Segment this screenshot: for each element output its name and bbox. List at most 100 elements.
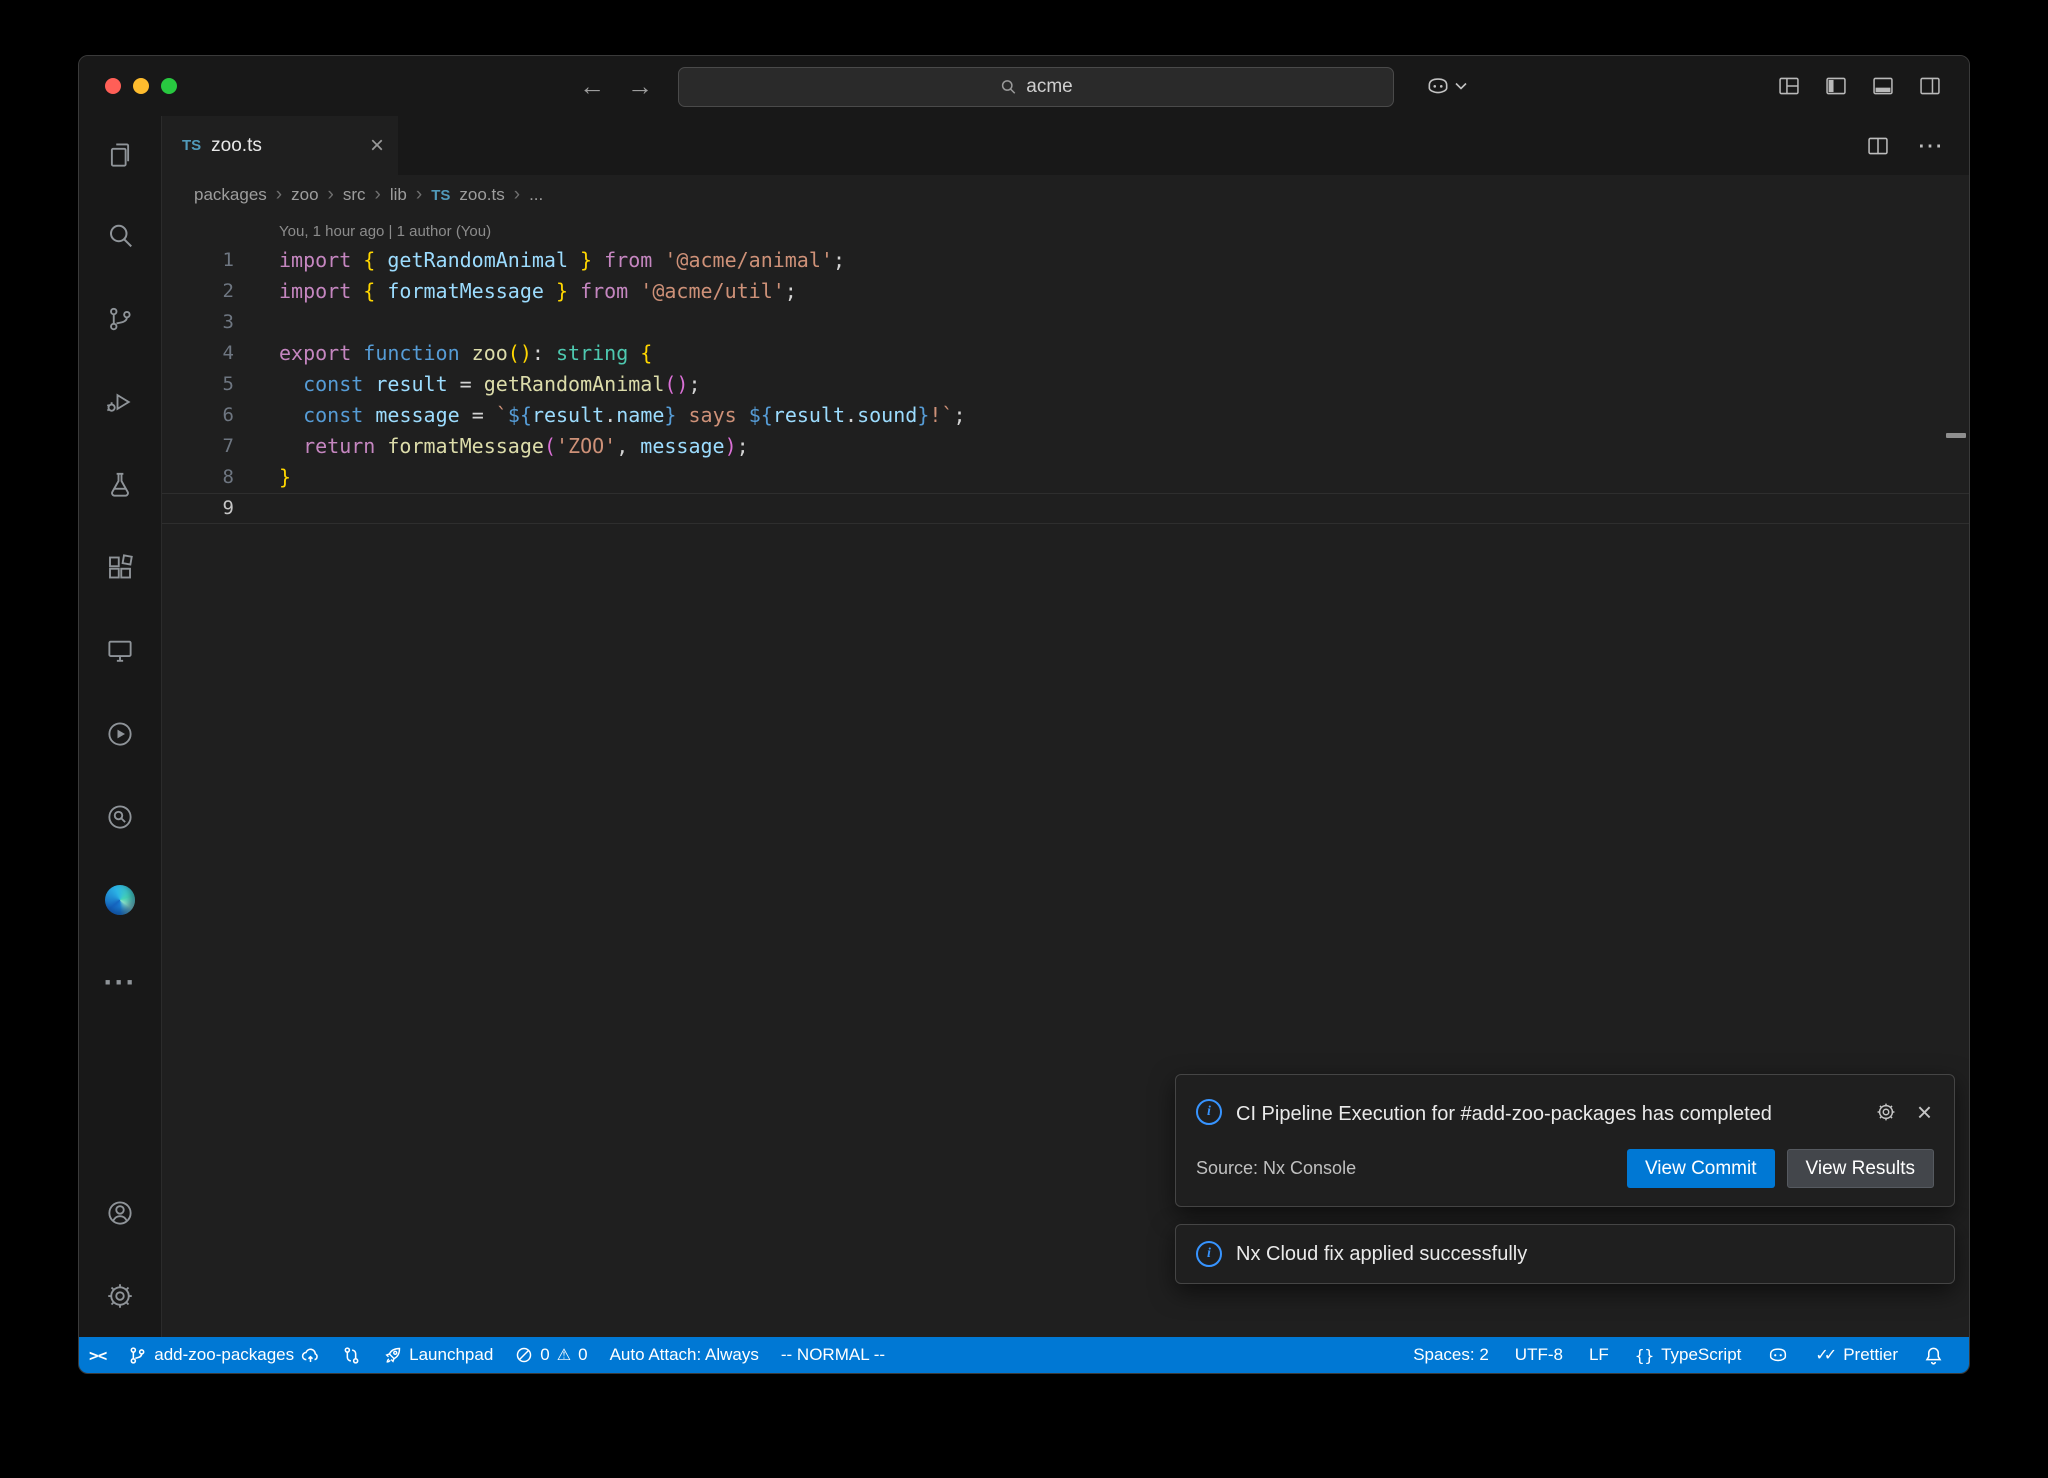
code-token: }	[664, 403, 676, 427]
code-text[interactable]: const message = `${result.name} says ${r…	[279, 400, 966, 431]
code-line[interactable]: 5 const result = getRandomAnimal();	[162, 369, 1969, 400]
activity-bar-more-button[interactable]: ···	[79, 941, 161, 1024]
breadcrumb-item[interactable]: lib	[390, 185, 407, 205]
sidebar-item-source-control[interactable]	[79, 277, 161, 360]
search-icon	[105, 221, 135, 251]
code-text[interactable]: return formatMessage('ZOO', message);	[279, 431, 749, 462]
encoding-status[interactable]: UTF-8	[1515, 1345, 1563, 1365]
breadcrumb-item[interactable]: packages	[194, 185, 267, 205]
notification-close-icon[interactable]: ×	[1917, 1099, 1932, 1125]
formatter-label: Prettier	[1843, 1345, 1898, 1365]
code-text[interactable]: import { formatMessage } from '@acme/uti…	[279, 276, 797, 307]
code-token	[279, 372, 303, 396]
sidebar-item-nx-console[interactable]	[79, 692, 161, 775]
remote-explorer-icon	[105, 636, 135, 666]
code-token	[460, 403, 472, 427]
accounts-button[interactable]	[79, 1171, 161, 1254]
notifications-bell[interactable]	[1924, 1346, 1943, 1365]
code-token: {	[363, 248, 375, 272]
launchpad-status[interactable]: Launchpad	[383, 1345, 493, 1365]
sidebar-item-run-debug[interactable]	[79, 360, 161, 443]
rocket-icon	[383, 1346, 402, 1365]
eol-status[interactable]: LF	[1589, 1345, 1609, 1365]
code-line[interactable]: 2import { formatMessage } from '@acme/ut…	[162, 276, 1969, 307]
code-line[interactable]: 7 return formatMessage('ZOO', message);	[162, 431, 1969, 462]
breadcrumb-item[interactable]: ...	[529, 185, 543, 205]
git-branch-status[interactable]: add-zoo-packages	[128, 1345, 320, 1365]
notification-message: Nx Cloud fix applied successfully	[1236, 1241, 1527, 1267]
sidebar-item-search[interactable]	[79, 194, 161, 277]
breadcrumb-item[interactable]: src	[343, 185, 366, 205]
sidebar-item-nx-cloud[interactable]	[79, 775, 161, 858]
remote-indicator[interactable]: ><	[89, 1346, 106, 1365]
codelens-annotation[interactable]: You, 1 hour ago | 1 author (You)	[279, 219, 1969, 245]
code-token: ;	[737, 434, 749, 458]
code-line[interactable]: 1import { getRandomAnimal } from '@acme/…	[162, 245, 1969, 276]
auto-attach-status[interactable]: Auto Attach: Always	[610, 1345, 759, 1365]
chevron-down-icon	[1455, 82, 1467, 90]
notification-settings-icon[interactable]	[1875, 1101, 1897, 1123]
problems-status[interactable]: 0 ⚠ 0	[515, 1345, 587, 1365]
toggle-secondary-sidebar-icon[interactable]	[1919, 75, 1941, 97]
sidebar-item-edge-browser[interactable]	[79, 858, 161, 941]
formatter-status[interactable]: ✓✓ Prettier	[1815, 1345, 1898, 1365]
tab-zoo-ts[interactable]: TS zoo.ts ×	[162, 116, 398, 175]
git-compare-status[interactable]	[342, 1346, 361, 1365]
code-line[interactable]: 4 export function zoo(): string {	[162, 338, 1969, 369]
minimize-window-button[interactable]	[133, 78, 149, 94]
code-token	[472, 372, 484, 396]
split-editor-icon[interactable]	[1867, 135, 1889, 157]
code-token: import	[279, 248, 351, 272]
code-token	[628, 279, 640, 303]
code-token: getRandomAnimal	[375, 248, 580, 272]
remote-icon: ><	[89, 1346, 106, 1365]
navigate-forward-button[interactable]: →	[627, 73, 653, 99]
code-token: name	[616, 403, 664, 427]
toggle-sidebar-icon[interactable]	[1825, 75, 1847, 97]
code-token	[628, 341, 640, 365]
code-line[interactable]: 9	[162, 493, 1969, 524]
code-text[interactable]: const result = getRandomAnimal();	[279, 369, 701, 400]
sidebar-item-testing[interactable]	[79, 443, 161, 526]
code-token: message	[375, 403, 459, 427]
code-token: (	[544, 434, 556, 458]
code-token: ;	[785, 279, 797, 303]
zoom-window-button[interactable]	[161, 78, 177, 94]
language-status[interactable]: {} TypeScript	[1635, 1345, 1742, 1365]
close-window-button[interactable]	[105, 78, 121, 94]
customize-layout-icon[interactable]	[1778, 75, 1800, 97]
code-line[interactable]: 8}	[162, 462, 1969, 493]
editor-more-actions-icon[interactable]: ⋯	[1917, 130, 1943, 161]
command-center-search[interactable]: acme	[678, 67, 1394, 107]
code-token: =	[472, 403, 484, 427]
code-line[interactable]: 3	[162, 307, 1969, 338]
sidebar-item-remote-explorer[interactable]	[79, 609, 161, 692]
code-token	[628, 434, 640, 458]
code-text[interactable]: export function zoo(): string {	[279, 338, 652, 369]
copilot-status[interactable]	[1767, 1344, 1789, 1366]
view-results-button[interactable]: View Results	[1787, 1149, 1934, 1188]
code-token: .	[845, 403, 857, 427]
code-text[interactable]: import { getRandomAnimal } from '@acme/a…	[279, 245, 845, 276]
indentation-status[interactable]: Spaces: 2	[1413, 1345, 1489, 1365]
breadcrumb-item[interactable]: zoo	[291, 185, 318, 205]
breadcrumb-item[interactable]: zoo.ts	[459, 185, 504, 205]
close-tab-icon[interactable]: ×	[370, 134, 384, 158]
vim-mode-status[interactable]: -- NORMAL --	[781, 1345, 885, 1365]
copilot-menu-button[interactable]	[1425, 56, 1467, 116]
toggle-panel-icon[interactable]	[1872, 75, 1894, 97]
code-text[interactable]: }	[279, 462, 291, 493]
navigate-back-button[interactable]: ←	[579, 73, 605, 99]
code-token: )	[520, 341, 532, 365]
sidebar-item-explorer[interactable]	[79, 116, 161, 194]
code-token: export	[279, 341, 351, 365]
code-token: .	[604, 403, 616, 427]
code-line[interactable]: 6 const message = `${result.name} says $…	[162, 400, 1969, 431]
code-token	[448, 372, 460, 396]
sidebar-item-extensions[interactable]	[79, 526, 161, 609]
settings-button[interactable]	[79, 1254, 161, 1337]
view-commit-button[interactable]: View Commit	[1627, 1149, 1775, 1188]
line-number: 4	[162, 338, 234, 369]
code-token: const	[303, 403, 363, 427]
warning-icon: ⚠	[557, 1345, 571, 1365]
